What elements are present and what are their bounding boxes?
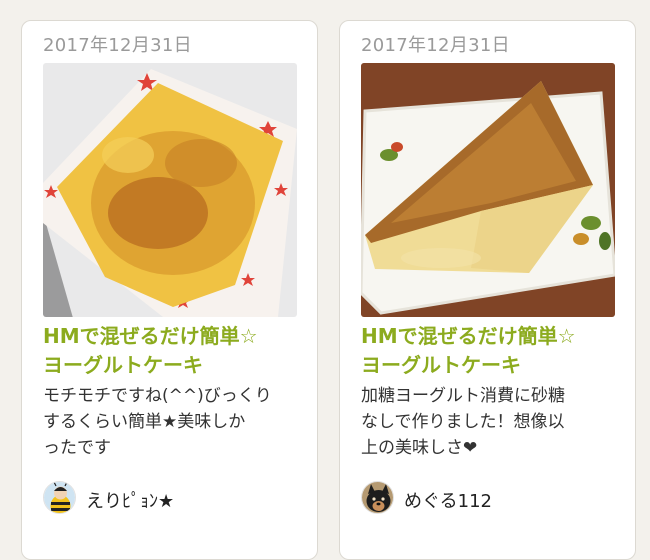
report-comment: 加糖ヨーグルト消費に砂糖 なしで作りました！想像以 上の美味しさ❤ <box>361 383 623 461</box>
comment-line: 加糖ヨーグルト消費に砂糖 <box>361 386 565 406</box>
recipe-title-line: HMで混ぜるだけ簡単☆ <box>361 324 576 348</box>
report-date: 2017年12月31日 <box>361 35 510 56</box>
comment-line: モチモチですね(^^)びっくり <box>43 386 272 406</box>
recipe-photo[interactable] <box>361 63 615 317</box>
recipe-title[interactable]: HMで混ぜるだけ簡単☆ ヨーグルトケーキ <box>361 322 623 380</box>
comment-line: するくらい簡単★美味しか <box>43 412 246 432</box>
recipe-title[interactable]: HMで混ぜるだけ簡単☆ ヨーグルトケーキ <box>43 322 305 380</box>
author-name[interactable]: めぐる112 <box>404 487 492 513</box>
recipe-title-line: ヨーグルトケーキ <box>361 353 521 377</box>
recipe-report-card[interactable]: 2017年12月31日 HMで混ぜるだけ簡単☆ ヨーグルトケーキ 加糖ヨーグルト… <box>339 20 636 560</box>
report-comment: モチモチですね(^^)びっくり するくらい簡単★美味しか ったです <box>43 383 305 461</box>
dog-avatar-icon[interactable] <box>361 481 394 514</box>
report-date: 2017年12月31日 <box>43 35 192 56</box>
recipe-photo[interactable] <box>43 63 297 317</box>
recipe-report-card[interactable]: 2017年12月31日 HMで混ぜるだけ簡単☆ ヨーグルトケーキ モチモチですね… <box>21 20 318 560</box>
recipe-title-line: ヨーグルトケーキ <box>43 353 203 377</box>
comment-line: 上の美味しさ❤ <box>361 438 478 458</box>
recipe-title-line: HMで混ぜるだけ簡単☆ <box>43 324 258 348</box>
bee-avatar-icon[interactable] <box>43 481 76 514</box>
comment-line: なしで作りました！想像以 <box>361 412 565 432</box>
comment-line: ったです <box>43 438 111 458</box>
author-name[interactable]: えりﾋﾟｮﾝ★ <box>86 487 174 513</box>
